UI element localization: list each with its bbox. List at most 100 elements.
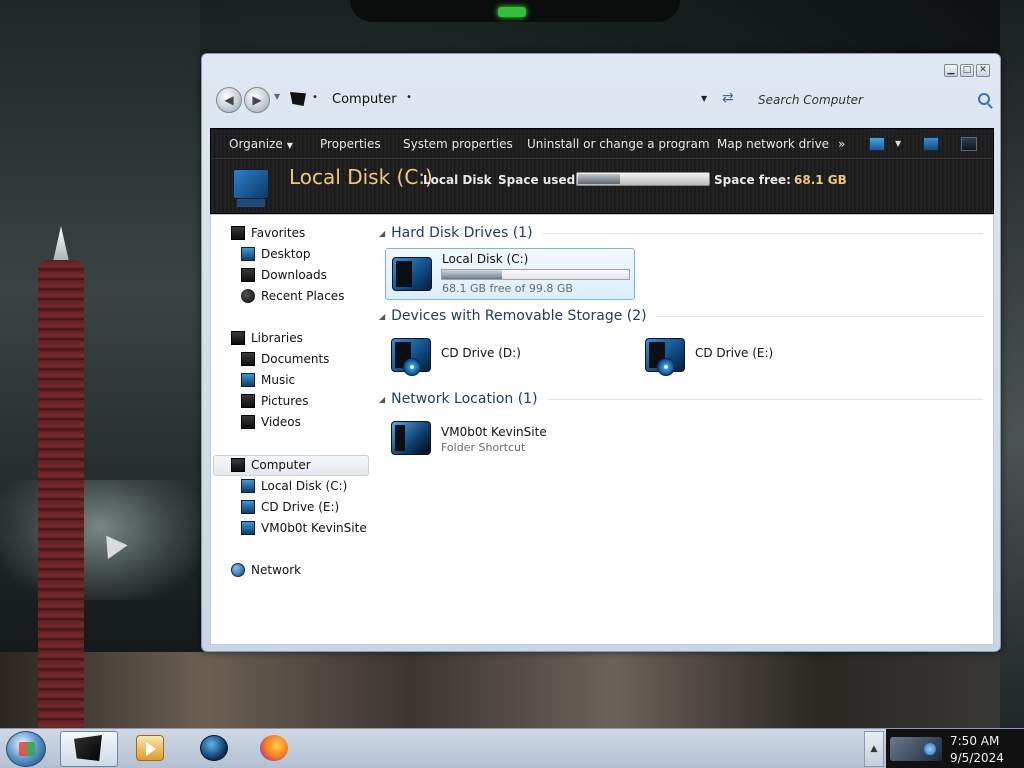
group-header-hard-disk[interactable]: ◢ Hard Disk Drives (1) bbox=[379, 225, 983, 241]
network-status-icon[interactable] bbox=[890, 737, 942, 761]
libraries-icon bbox=[231, 331, 245, 345]
internet-explorer-icon[interactable] bbox=[200, 735, 228, 761]
map-network-drive-button[interactable]: Map network drive bbox=[717, 137, 829, 151]
cd-drive-icon bbox=[643, 334, 687, 378]
disk-usage-bar bbox=[441, 269, 630, 280]
tile-kevinsite[interactable]: VM0b0t KevinSite Folder Shortcut bbox=[385, 415, 625, 465]
nav-item-documents[interactable]: Documents bbox=[241, 349, 329, 369]
command-bar-row: Organize ▼ Properties System properties U… bbox=[211, 129, 993, 159]
hard-drive-icon bbox=[390, 253, 434, 297]
videos-icon bbox=[241, 415, 255, 429]
group-divider bbox=[542, 232, 983, 234]
nav-item-label: Pictures bbox=[261, 394, 309, 408]
nav-item-label: Favorites bbox=[251, 226, 306, 240]
preview-pane-icon[interactable] bbox=[923, 137, 939, 151]
address-breadcrumb-computer[interactable]: Computer bbox=[332, 92, 397, 107]
tile-cd-drive-e[interactable]: CD Drive (E:) bbox=[639, 332, 879, 382]
tile-name: CD Drive (D:) bbox=[441, 346, 521, 360]
space-free-label: Space free: bbox=[714, 173, 791, 187]
star-icon bbox=[231, 226, 245, 240]
computer-icon bbox=[231, 458, 245, 472]
nav-item-label: Videos bbox=[261, 415, 301, 429]
search-input[interactable]: Search Computer bbox=[754, 87, 992, 115]
nav-item-label: Network bbox=[251, 563, 302, 577]
nav-item-local-disk[interactable]: Local Disk (C:) bbox=[241, 476, 347, 496]
system-properties-button[interactable]: System properties bbox=[403, 137, 513, 151]
computer-icon bbox=[290, 92, 306, 106]
organize-button[interactable]: Organize ▼ bbox=[229, 137, 293, 151]
tile-free-space: 68.1 GB free of 99.8 GB bbox=[442, 282, 573, 295]
collapse-triangle-icon[interactable]: ◢ bbox=[379, 395, 385, 404]
nav-item-network[interactable]: Network bbox=[231, 560, 301, 580]
tile-name: CD Drive (E:) bbox=[695, 346, 774, 360]
tile-cd-drive-d[interactable]: CD Drive (D:) bbox=[385, 332, 625, 382]
cd-drive-icon bbox=[389, 334, 433, 378]
content-pane: ◢ Hard Disk Drives (1) Local Disk (C:) 6… bbox=[379, 215, 993, 644]
address-separator[interactable]: • bbox=[406, 92, 412, 103]
nav-item-favorites[interactable]: Favorites bbox=[231, 223, 305, 243]
command-bar: Organize ▼ Properties System properties U… bbox=[210, 128, 994, 214]
space-free-value: 68.1 GB bbox=[794, 173, 847, 187]
properties-button[interactable]: Properties bbox=[320, 137, 381, 151]
media-player-icon[interactable] bbox=[136, 735, 164, 761]
refresh-icon[interactable]: ⇄ bbox=[722, 90, 734, 106]
chevron-down-icon: ▼ bbox=[286, 141, 293, 150]
nav-item-downloads[interactable]: Downloads bbox=[241, 265, 327, 285]
group-header-network[interactable]: ◢ Network Location (1) bbox=[379, 391, 983, 407]
nav-item-videos[interactable]: Videos bbox=[241, 412, 301, 432]
nav-item-cd-drive-e[interactable]: CD Drive (E:) bbox=[241, 497, 339, 517]
minimize-button[interactable]: ▁ bbox=[944, 64, 958, 77]
details-title: Local Disk (C:) bbox=[289, 165, 433, 189]
nav-item-computer[interactable]: Computer bbox=[231, 455, 311, 475]
clock-date[interactable]: 9/5/2024 bbox=[950, 751, 1004, 765]
nav-item-recent-places[interactable]: Recent Places bbox=[241, 286, 344, 306]
nav-item-music[interactable]: Music bbox=[241, 370, 295, 390]
cd-drive-icon bbox=[241, 500, 255, 514]
address-separator[interactable]: • bbox=[312, 92, 318, 103]
start-button[interactable] bbox=[6, 731, 46, 767]
nav-item-label: Downloads bbox=[261, 268, 327, 282]
collapse-triangle-icon[interactable]: ◢ bbox=[379, 312, 385, 321]
firefox-icon[interactable] bbox=[260, 735, 288, 761]
nav-item-label: VM0b0t KevinSite bbox=[261, 521, 367, 535]
show-hidden-icons-button[interactable]: ▲ bbox=[864, 731, 884, 767]
change-view-icon[interactable] bbox=[869, 137, 885, 151]
explorer-icon[interactable] bbox=[74, 735, 102, 761]
hard-drive-icon bbox=[241, 479, 255, 493]
nav-item-libraries[interactable]: Libraries bbox=[231, 328, 303, 348]
more-commands-button[interactable]: » bbox=[838, 137, 845, 151]
group-header-removable[interactable]: ◢ Devices with Removable Storage (2) bbox=[379, 308, 983, 324]
network-folder-icon bbox=[389, 417, 433, 461]
tile-type: Folder Shortcut bbox=[441, 441, 526, 454]
desktop-wallpaper-sword bbox=[38, 260, 84, 730]
forward-button[interactable]: ▶ bbox=[244, 87, 270, 113]
view-options-dropdown-icon[interactable]: ▼ bbox=[895, 139, 901, 148]
window-controls: ▁ □ ✕ bbox=[944, 64, 990, 77]
collapse-triangle-icon[interactable]: ◢ bbox=[379, 229, 385, 238]
details-drive-type: Local Disk bbox=[423, 173, 492, 187]
nav-item-label: Libraries bbox=[251, 331, 303, 345]
music-icon bbox=[241, 373, 255, 387]
group-header-label: Devices with Removable Storage (2) bbox=[391, 308, 647, 324]
nav-item-kevinsite[interactable]: VM0b0t KevinSite bbox=[241, 518, 367, 538]
navigation-bar: ◀ ▶ ▼ • Computer • ▼ ⇄ Search Computer bbox=[214, 84, 992, 120]
help-icon[interactable] bbox=[961, 137, 977, 151]
close-button[interactable]: ✕ bbox=[976, 64, 990, 77]
disk-usage-bar-fill bbox=[442, 270, 502, 279]
nav-item-pictures[interactable]: Pictures bbox=[241, 391, 309, 411]
taskbar: ▲ 7:50 AM 9/5/2024 bbox=[0, 728, 1024, 768]
recent-pages-dropdown-icon[interactable]: ▼ bbox=[274, 92, 280, 101]
search-icon[interactable] bbox=[978, 93, 990, 105]
nav-item-desktop[interactable]: Desktop bbox=[241, 244, 311, 264]
desktop-icon bbox=[241, 247, 255, 261]
address-dropdown-icon[interactable]: ▼ bbox=[701, 94, 707, 103]
space-used-bar bbox=[576, 172, 710, 186]
uninstall-program-button[interactable]: Uninstall or change a program bbox=[527, 137, 710, 151]
maximize-button[interactable]: □ bbox=[960, 64, 974, 77]
tile-local-disk[interactable]: Local Disk (C:) 68.1 GB free of 99.8 GB bbox=[385, 248, 635, 300]
clock-time[interactable]: 7:50 AM bbox=[950, 734, 999, 748]
back-button[interactable]: ◀ bbox=[216, 87, 242, 113]
group-header-label: Network Location (1) bbox=[391, 391, 538, 407]
nav-item-label: Music bbox=[261, 373, 296, 387]
globe-icon bbox=[231, 563, 245, 577]
